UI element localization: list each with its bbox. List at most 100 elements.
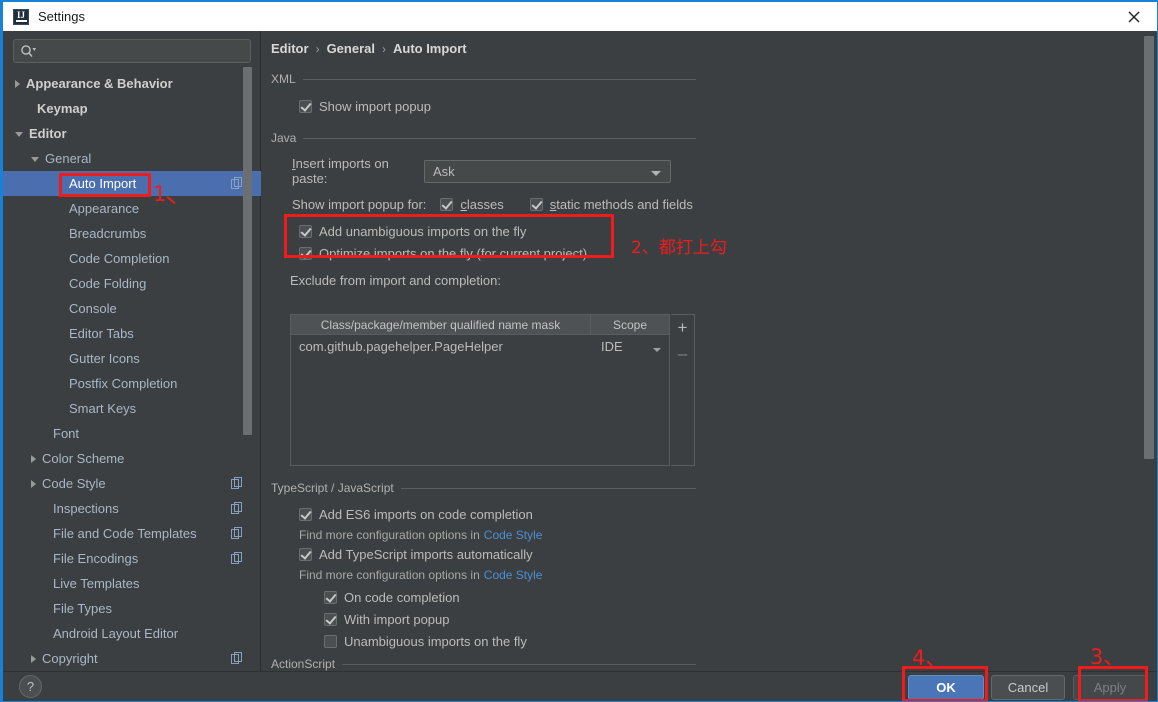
checkbox-box-icon (299, 247, 312, 260)
checkbox-on-code-completion[interactable]: On code completion (324, 587, 696, 608)
project-scope-icon (231, 177, 243, 189)
code-style-link[interactable]: Code Style (484, 528, 543, 542)
checkbox-add-typescript-imports[interactable]: Add TypeScript imports automatically (299, 544, 696, 565)
sidebar-item-auto-import[interactable]: Auto Import (3, 171, 261, 196)
sidebar-item-smart-keys[interactable]: Smart Keys (3, 396, 261, 421)
checkbox-static-methods-and-fields[interactable]: static methods and fields (529, 194, 693, 215)
sidebar-item-code-style[interactable]: Code Style (3, 471, 261, 496)
sidebar-item-inspections[interactable]: Inspections (3, 496, 261, 521)
sidebar-item-label: Appearance (69, 201, 140, 216)
checkbox-unambiguous-imports-on-the-fly[interactable]: Unambiguous imports on the fly (324, 631, 696, 652)
sidebar-item-copyright[interactable]: Copyright (3, 646, 261, 671)
chevron-down-icon (653, 348, 661, 352)
chevron-down-icon (651, 170, 661, 176)
sidebar-item-file-and-code-templates[interactable]: File and Code Templates (3, 521, 261, 546)
sidebar-item-label: Auto Import (69, 176, 137, 191)
sidebar-item-label: File and Code Templates (53, 526, 197, 541)
xml-group-title: XML (271, 72, 696, 86)
column-header-scope[interactable]: Scope (591, 315, 669, 334)
sidebar-item-code-folding[interactable]: Code Folding (3, 271, 261, 296)
chevron-right-icon[interactable] (31, 654, 36, 663)
checkbox-classes[interactable]: classes (440, 194, 504, 215)
sidebar-item-console[interactable]: Console (3, 296, 261, 321)
settings-sidebar: Appearance & Behavior Keymap Editor General… (3, 31, 261, 671)
checkbox-show-import-popup[interactable]: Show import popup (299, 96, 696, 117)
project-scope-icon (231, 502, 243, 514)
checkbox-add-es6-imports[interactable]: Add ES6 imports on code completion (299, 504, 696, 525)
exclude-table-buttons: + – (671, 314, 695, 466)
ok-button[interactable]: OK (908, 675, 984, 700)
sidebar-item-code-completion[interactable]: Code Completion (3, 246, 261, 271)
sidebar-item-breadcrumbs[interactable]: Breadcrumbs (3, 221, 261, 246)
add-exclude-button[interactable]: + (671, 315, 694, 341)
checkbox-add-unambiguous-imports-on-the-fly[interactable]: Add unambiguous imports on the fly (299, 221, 696, 242)
breadcrumb-item-auto-import: Auto Import (392, 41, 467, 56)
apply-button[interactable]: Apply (1073, 675, 1147, 700)
java-group: Java Insert imports on paste: Ask Show i… (271, 131, 696, 288)
sidebar-item-label: Smart Keys (69, 401, 137, 416)
cell-scope[interactable]: IDE (591, 339, 669, 354)
search-input[interactable] (13, 39, 251, 63)
settings-tree: Appearance & Behavior Keymap Editor General… (3, 71, 261, 671)
column-header-mask[interactable]: Class/package/member qualified name mask (291, 315, 591, 334)
checkbox-label: Add TypeScript imports automatically (319, 547, 533, 562)
sidebar-scrollbar-thumb[interactable] (243, 67, 252, 435)
cancel-button[interactable]: Cancel (991, 675, 1065, 700)
chevron-right-icon[interactable] (15, 79, 20, 88)
sidebar-item-label: Live Templates (53, 576, 140, 591)
checkbox-label: Add unambiguous imports on the fly (319, 224, 527, 239)
code-style-link[interactable]: Code Style (484, 568, 543, 582)
sidebar-item-appearance[interactable]: Appearance (3, 196, 261, 221)
project-scope-icon (231, 527, 243, 539)
sidebar-item-general[interactable]: General (3, 146, 261, 171)
sidebar-item-postfix-completion[interactable]: Postfix Completion (3, 371, 261, 396)
checkbox-label: Unambiguous imports on the fly (344, 634, 527, 649)
checkbox-with-import-popup[interactable]: With import popup (324, 609, 696, 630)
sidebar-item-label: Console (69, 301, 117, 316)
settings-dialog-window: IJ Settings Appearance & Behavior Keymap E (0, 0, 1158, 702)
show-import-popup-for-row: Show import popup for: classes static me… (292, 194, 696, 215)
checkbox-box-icon (440, 198, 454, 211)
insert-imports-value: Ask (433, 163, 455, 179)
help-button[interactable]: ? (19, 675, 42, 698)
insert-imports-dropdown[interactable]: Ask (424, 159, 671, 183)
insert-imports-label: Insert imports on paste: (292, 156, 389, 186)
sidebar-item-android-layout-editor[interactable]: Android Layout Editor (3, 621, 261, 646)
main-scrollbar-thumb[interactable] (1144, 36, 1154, 459)
sidebar-item-editor-tabs[interactable]: Editor Tabs (3, 321, 261, 346)
chevron-down-icon[interactable] (31, 157, 39, 162)
breadcrumb-separator-icon: › (315, 41, 320, 56)
breadcrumb-item-editor[interactable]: Editor (271, 41, 309, 56)
sidebar-item-gutter-icons[interactable]: Gutter Icons (3, 346, 261, 371)
chevron-right-icon[interactable] (31, 479, 36, 488)
breadcrumb-separator-icon: › (381, 41, 386, 56)
close-icon[interactable] (1111, 2, 1157, 31)
checkbox-box-icon (299, 548, 312, 561)
sidebar-item-color-scheme[interactable]: Color Scheme (3, 446, 261, 471)
xml-group: XML Show import popup (271, 72, 696, 117)
sidebar-item-label: File Types (53, 601, 113, 616)
checkbox-optimize-imports-on-the-fly[interactable]: Optimize imports on the fly (for current… (299, 243, 696, 264)
sidebar-item-file-encodings[interactable]: File Encodings (3, 546, 261, 571)
exclude-table: Class/package/member qualified name mask… (290, 314, 670, 466)
typescript-group-title: TypeScript / JavaScript (271, 481, 696, 495)
sidebar-item-editor[interactable]: Editor (3, 121, 261, 146)
sidebar-item-label: Code Folding (69, 276, 147, 291)
search-box (13, 39, 251, 63)
chevron-right-icon[interactable] (31, 454, 36, 463)
sidebar-item-file-types[interactable]: File Types (3, 596, 261, 621)
sidebar-item-keymap[interactable]: Keymap (3, 96, 261, 121)
checkbox-box-icon (299, 100, 312, 113)
sidebar-item-label: Editor (29, 126, 67, 141)
intellij-idea-icon: IJ (13, 8, 29, 25)
sidebar-item-font[interactable]: Font (3, 421, 261, 446)
typescript-hint: Find more configuration options in Code … (299, 567, 543, 582)
remove-exclude-button[interactable]: – (671, 341, 694, 367)
table-row[interactable]: com.github.pagehelper.PageHelper IDE (291, 335, 669, 358)
breadcrumb-item-general[interactable]: General (327, 41, 375, 56)
checkbox-label: Show import popup (319, 99, 432, 114)
sidebar-item-appearance-behavior[interactable]: Appearance & Behavior (3, 71, 261, 96)
sidebar-item-label: Gutter Icons (69, 351, 140, 366)
sidebar-item-live-templates[interactable]: Live Templates (3, 571, 261, 596)
chevron-down-icon[interactable] (15, 132, 23, 137)
